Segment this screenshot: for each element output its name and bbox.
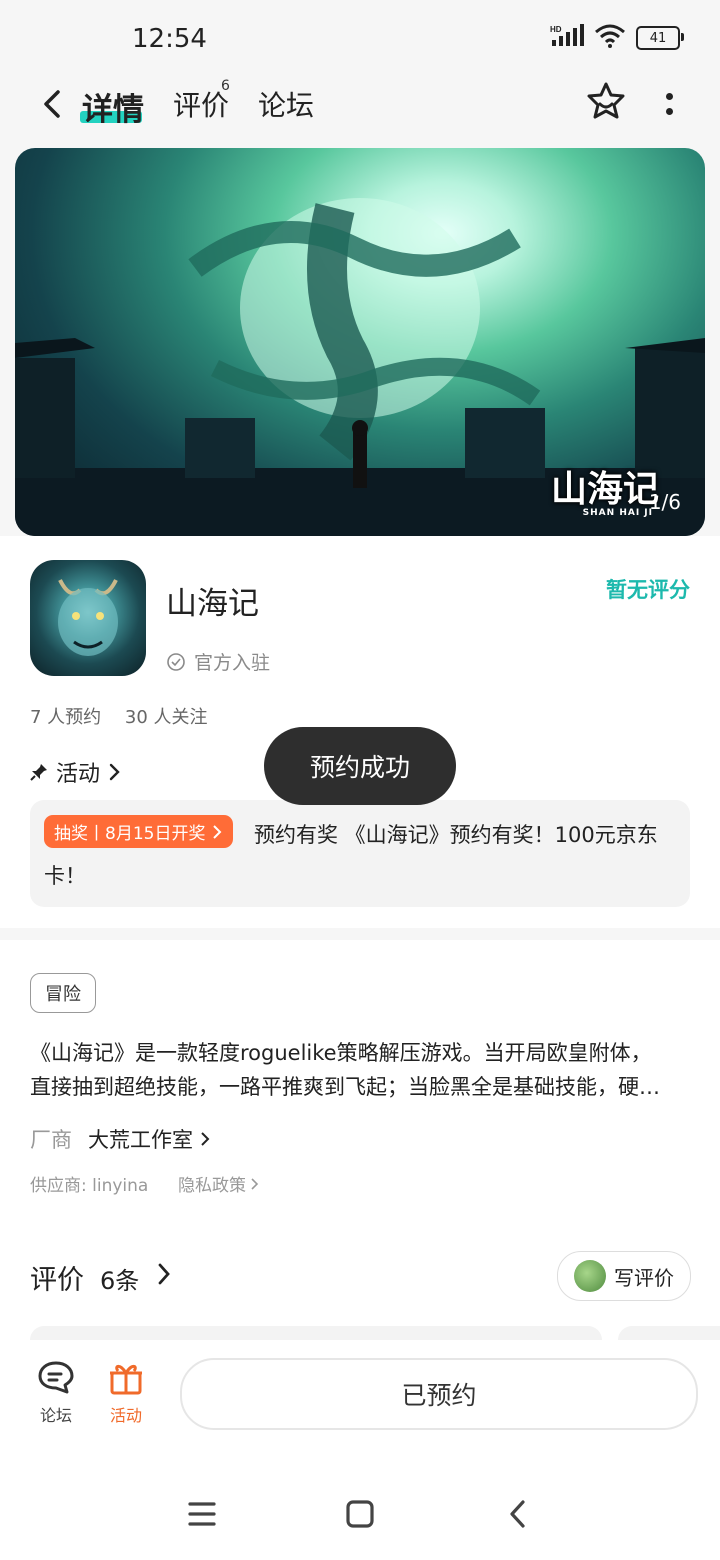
developer-label: 厂商 xyxy=(30,1128,72,1152)
chevron-right-icon xyxy=(251,1177,259,1190)
lottery-tag-label: 抽奖丨8月15日开奖 xyxy=(54,824,206,844)
review-count-badge: 6 xyxy=(221,78,230,94)
forum-button[interactable]: 论坛 xyxy=(26,1360,86,1426)
toast-message: 预约成功 xyxy=(264,727,456,805)
check-circle-icon xyxy=(167,652,185,671)
back-button[interactable] xyxy=(32,82,72,126)
activity-button[interactable]: 活动 xyxy=(96,1360,156,1426)
description-line-2: 直接抽到超绝技能，一路平推爽到飞起；当脸黑全是基础技能，硬… xyxy=(30,1075,660,1099)
chevron-left-icon xyxy=(510,1500,525,1528)
banner-carousel[interactable]: 山海记 SHAN HAI JI 1/6 xyxy=(15,148,705,536)
more-options-button[interactable] xyxy=(654,84,684,124)
signal-icon: HD xyxy=(550,24,584,52)
home-square-icon xyxy=(346,1500,374,1528)
reviews-count[interactable]: 6条 xyxy=(100,1261,139,1296)
game-logo-subtitle: SHAN HAI JI xyxy=(582,508,653,518)
system-back-button[interactable] xyxy=(498,1494,538,1534)
developer-name: 大荒工作室 xyxy=(88,1128,193,1152)
reviews-title[interactable]: 评价 xyxy=(30,1258,84,1297)
chevron-right-icon xyxy=(109,763,120,781)
activity-label: 活动 xyxy=(56,762,101,787)
status-icons: HD 41 xyxy=(550,24,684,52)
banner-page-counter: 1/6 xyxy=(648,490,681,514)
genre-tag[interactable]: 冒险 xyxy=(30,973,96,1013)
home-button[interactable] xyxy=(340,1494,380,1534)
reservation-count: 7 人预约 xyxy=(30,707,102,728)
lottery-tag[interactable]: 抽奖丨8月15日开奖 xyxy=(44,815,234,848)
star-icon xyxy=(587,82,625,119)
activity-tab-label: 活动 xyxy=(109,1406,142,1425)
game-description[interactable]: 《山海记》是一款轻度roguelike策略解压游戏。当开局欧皇附体， 直接抽到超… xyxy=(30,1036,696,1104)
user-avatar xyxy=(574,1260,606,1292)
app-icon xyxy=(30,560,146,676)
write-review-button[interactable]: 写评价 xyxy=(557,1251,691,1301)
status-time: 12:54 xyxy=(132,24,207,54)
dragon-head-icon xyxy=(58,579,118,656)
tab-detail[interactable]: 详情 xyxy=(82,84,144,129)
menu-icon xyxy=(188,1502,216,1526)
battery-icon: 41 xyxy=(636,26,684,50)
stats-row: 7 人预约 30 人关注 xyxy=(30,703,226,729)
follow-count: 30 人关注 xyxy=(124,707,208,728)
privacy-label: 隐私政策 xyxy=(178,1176,246,1196)
supplier-info: 供应商: linyina xyxy=(30,1176,149,1196)
chevron-right-icon xyxy=(213,824,222,839)
forum-label: 论坛 xyxy=(39,1406,72,1425)
chevron-right-icon xyxy=(201,1132,210,1146)
developer-link[interactable]: 大荒工作室 xyxy=(88,1124,211,1154)
chat-bubble-icon xyxy=(38,1361,74,1394)
network-label: HD xyxy=(550,25,562,34)
reserved-button[interactable]: 已预约 xyxy=(180,1358,698,1430)
tab-forum[interactable]: 论坛 xyxy=(258,84,314,124)
chevron-left-icon xyxy=(44,90,60,118)
rating-score: 暂无评分 xyxy=(606,578,690,602)
gift-icon xyxy=(110,1364,142,1395)
battery-level: 41 xyxy=(649,30,667,46)
wifi-icon xyxy=(594,24,626,52)
description-line-1: 《山海记》是一款轻度roguelike策略解压游戏。当开局欧皇附体， xyxy=(30,1041,652,1065)
reviews-chevron-icon[interactable] xyxy=(156,1262,172,1290)
favorite-button[interactable] xyxy=(584,80,628,124)
game-logo: 山海记 xyxy=(550,468,659,510)
pin-icon xyxy=(30,764,47,781)
app-name: 山海记 xyxy=(166,586,259,622)
official-label: 官方入驻 xyxy=(194,652,271,674)
privacy-policy-link[interactable]: 隐私政策 xyxy=(178,1171,260,1196)
official-badge: 官方入驻 xyxy=(166,648,270,675)
write-review-label: 写评价 xyxy=(614,1265,674,1290)
recent-apps-button[interactable] xyxy=(182,1494,222,1534)
activity-section-header[interactable]: 活动 xyxy=(30,756,122,788)
